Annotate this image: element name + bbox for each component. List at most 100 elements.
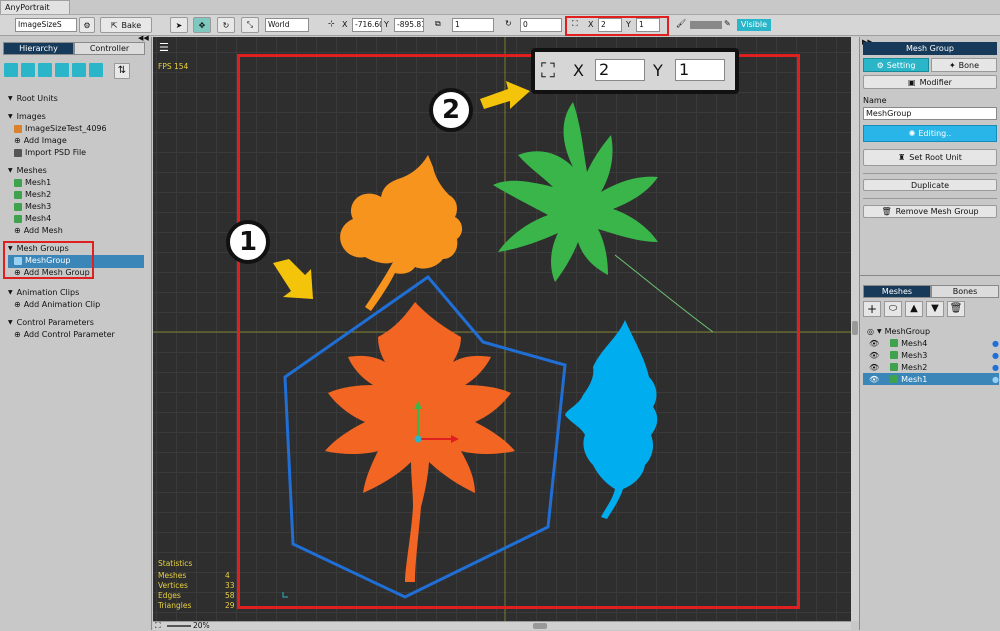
name-field[interactable]: MeshGroup — [863, 107, 997, 120]
scale-x-field[interactable]: 2 — [598, 18, 622, 32]
settings-button[interactable]: ⚙ — [79, 17, 95, 33]
add-control-param-item[interactable]: ⊕ Add Control Parameter — [14, 330, 115, 339]
plus-circle-icon: ⊕ — [14, 136, 21, 145]
bone-tab[interactable]: ✦ Bone — [931, 58, 997, 72]
viewport-bottom-bar: ⛶ 20% — [153, 621, 851, 630]
eye-icon: 👁 — [869, 338, 880, 348]
image-select[interactable]: ImageSizeS — [15, 18, 77, 32]
link-icon[interactable]: ● — [992, 375, 999, 384]
meshes-header[interactable]: ▼ Meshes — [8, 166, 47, 175]
eye-outline-icon: ◎ — [867, 326, 874, 336]
mesh-item[interactable]: Mesh1 — [14, 178, 51, 187]
layer-row[interactable]: 👁 Mesh4 ● — [863, 337, 999, 349]
layer-icon[interactable]: ⬭ — [884, 301, 902, 317]
eye-icon: 👁 — [869, 350, 880, 360]
add-image-item[interactable]: ⊕ Add Image — [14, 136, 67, 145]
stat-label: Edges — [158, 591, 181, 600]
control-params-header[interactable]: ▼ Control Parameters — [8, 318, 94, 327]
tab-meshes[interactable]: Meshes — [863, 285, 931, 298]
layer-label: Mesh2 — [901, 362, 928, 372]
vertical-scrollbar-track[interactable] — [851, 37, 859, 621]
tab-controller[interactable]: Controller — [74, 42, 145, 55]
vertical-scrollbar-thumb[interactable] — [852, 321, 858, 335]
divider — [863, 198, 997, 199]
visible-label: Visible — [740, 20, 768, 29]
layer-row-selected[interactable]: 👁 Mesh1 ● — [863, 373, 999, 385]
move-down-icon[interactable]: ▼ — [926, 301, 944, 317]
rotate-tool-button[interactable]: ↻ — [217, 17, 235, 33]
layer-root-row[interactable]: ◎ ▼ MeshGroup — [863, 325, 999, 337]
divider — [863, 173, 997, 174]
tab-bones[interactable]: Bones — [931, 285, 999, 298]
zoom-scale-y-field: 1 — [675, 59, 725, 81]
arrow-cursor-icon: ➤ — [175, 20, 183, 30]
add-mesh-item[interactable]: ⊕ Add Mesh — [14, 226, 63, 235]
mesh-icon — [890, 351, 899, 359]
image-item[interactable]: ImageSizeTest_4096 — [14, 124, 107, 133]
move-up-icon[interactable]: ▲ — [905, 301, 923, 317]
bone-tab-label: Bone — [958, 60, 980, 70]
layer-row[interactable]: 👁 Mesh2 ● — [863, 361, 999, 373]
root-units-header[interactable]: ▼ Root Units — [8, 94, 58, 103]
filter-param-icon[interactable] — [89, 63, 103, 77]
horizontal-scrollbar[interactable] — [533, 623, 547, 629]
filter-animation-icon[interactable] — [72, 63, 86, 77]
color-swatch[interactable] — [690, 21, 722, 29]
plus-circle-icon: ⊕ — [14, 300, 21, 309]
pos-y-field[interactable]: -895.81 — [394, 18, 424, 32]
trash-icon[interactable]: 🗑 — [947, 301, 965, 317]
filter-image-icon[interactable] — [21, 63, 35, 77]
mesh-item-label: Mesh4 — [25, 214, 52, 223]
animation-clips-header[interactable]: ▼ Animation Clips — [8, 288, 79, 297]
gear-icon: ⚙ — [83, 20, 91, 30]
remove-mesh-group-button[interactable]: 🗑 Remove Mesh Group — [863, 205, 997, 218]
add-animation-clip-label: Add Animation Clip — [23, 300, 101, 309]
duplicate-button[interactable]: Duplicate — [863, 179, 997, 191]
add-mesh-label: Add Mesh — [23, 226, 63, 235]
filter-all-icon[interactable] — [4, 63, 18, 77]
link-icon[interactable]: ● — [992, 339, 999, 348]
add-icon[interactable]: + — [863, 301, 881, 317]
select-tool-button[interactable]: ➤ — [170, 17, 188, 33]
set-root-unit-button[interactable]: ♜ Set Root Unit — [863, 149, 997, 166]
depth-field[interactable]: 1 — [452, 18, 494, 32]
editor-viewport[interactable]: ☰ FPS 154 1 2 ⛶ X 2 Y 1 Statistics Meshe… — [153, 37, 851, 621]
expand-triangle-icon: ▼ — [8, 113, 13, 120]
bake-button[interactable]: ⇱ Bake — [100, 17, 152, 33]
space-select[interactable]: World — [265, 18, 309, 32]
pos-x-field[interactable]: -716.60 — [352, 18, 382, 32]
window-tab[interactable]: AnyPortrait — [0, 0, 70, 14]
add-animation-clip-item[interactable]: ⊕ Add Animation Clip — [14, 300, 100, 309]
scale-y-field[interactable]: 1 — [636, 18, 660, 32]
scale-tool-button[interactable]: ⤡ — [241, 17, 259, 33]
link-icon[interactable]: ● — [992, 363, 999, 372]
editing-button[interactable]: ✺ Editing.. — [863, 125, 997, 142]
tab-hierarchy[interactable]: Hierarchy — [3, 42, 74, 55]
filter-meshgroup-icon[interactable] — [55, 63, 69, 77]
import-psd-item[interactable]: Import PSD File — [14, 148, 86, 157]
modifier-button[interactable]: ▣ Modifier — [863, 75, 997, 89]
rotation-field[interactable]: 0 — [520, 18, 562, 32]
stat-value: 4 — [225, 571, 230, 580]
pos-y-value: -895.81 — [397, 20, 424, 29]
mesh-item[interactable]: Mesh3 — [14, 202, 51, 211]
trash-icon: 🗑 — [881, 207, 892, 216]
layer-row[interactable]: 👁 Mesh3 ● — [863, 349, 999, 361]
move-tool-button[interactable]: ✥ — [193, 17, 211, 33]
visible-toggle[interactable]: Visible — [737, 19, 771, 31]
images-header[interactable]: ▼ Images — [8, 112, 46, 121]
layer-tools: + ⬭ ▲ ▼ 🗑 — [863, 301, 965, 317]
mesh-item[interactable]: Mesh2 — [14, 190, 51, 199]
filter-mesh-icon[interactable] — [38, 63, 52, 77]
remove-label: Remove Mesh Group — [895, 207, 979, 216]
collapse-left-icon[interactable]: ◀◀ — [138, 34, 149, 42]
zoom-slider[interactable] — [167, 625, 191, 627]
expand-triangle-icon: ▼ — [8, 167, 13, 174]
eyedropper-icon[interactable]: ✎ — [724, 19, 731, 28]
mesh-item[interactable]: Mesh4 — [14, 214, 51, 223]
sort-icon[interactable]: ⇅ — [114, 63, 130, 79]
image-item-label: ImageSizeTest_4096 — [25, 124, 107, 133]
color-picker-icon[interactable]: 🖌 — [676, 19, 686, 28]
link-icon[interactable]: ● — [992, 351, 999, 360]
setting-tab[interactable]: ⚙ Setting — [863, 58, 929, 72]
